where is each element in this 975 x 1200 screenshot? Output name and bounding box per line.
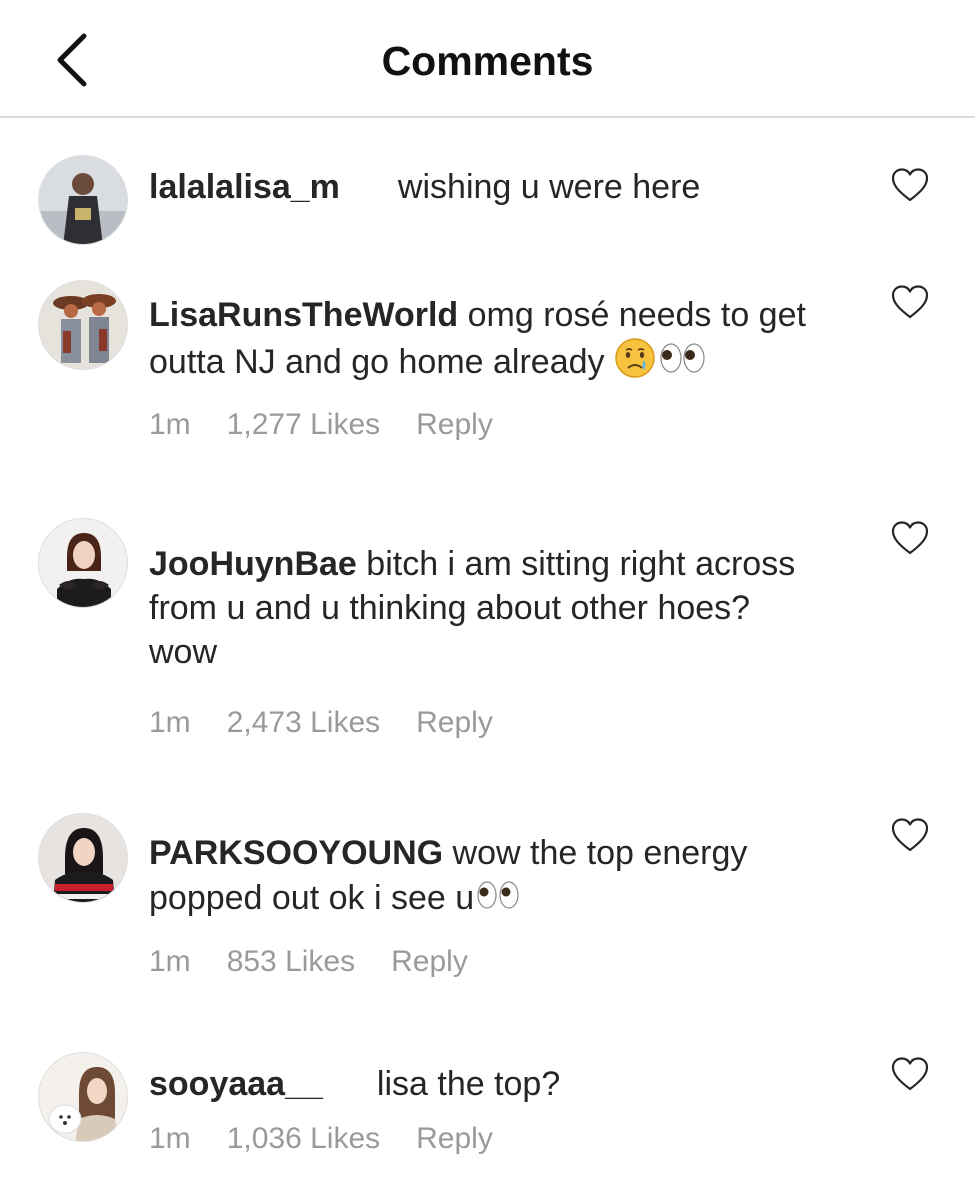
heart-icon bbox=[891, 818, 929, 852]
comment-username[interactable]: JooHuynBae bbox=[149, 545, 357, 583]
like-button[interactable] bbox=[890, 284, 930, 320]
comment-username[interactable]: lalalalisa_m bbox=[149, 168, 340, 206]
avatar[interactable] bbox=[38, 813, 128, 903]
comment-meta: 1m 2,473 Likes Reply bbox=[149, 706, 529, 740]
comment-time: 1m bbox=[149, 706, 191, 739]
comment-meta: 1m 853 Likes Reply bbox=[149, 945, 504, 979]
heart-icon bbox=[891, 285, 929, 319]
comment-text-line-3: wow bbox=[149, 633, 218, 671]
comment-text: wishing u were here bbox=[397, 168, 701, 206]
heart-icon bbox=[891, 521, 929, 555]
comment-time: 1m bbox=[149, 408, 191, 441]
comment-text: wow the top energy bbox=[452, 834, 748, 872]
reply-button[interactable]: Reply bbox=[416, 1122, 493, 1155]
like-button[interactable] bbox=[890, 167, 930, 203]
comment-text-line-2: outta NJ and go home already bbox=[149, 343, 605, 381]
eyes-emoji bbox=[656, 337, 708, 390]
avatar[interactable] bbox=[38, 1052, 128, 1142]
crying-face-emoji bbox=[614, 337, 656, 390]
like-button[interactable] bbox=[890, 817, 930, 853]
like-button[interactable] bbox=[890, 520, 930, 556]
comment-text-line-2: popped out ok i see u bbox=[149, 879, 475, 917]
comment-text: omg rosé needs to get bbox=[467, 296, 806, 334]
avatar[interactable] bbox=[38, 155, 128, 245]
avatar[interactable] bbox=[38, 280, 128, 370]
comment-likes[interactable]: 853 Likes bbox=[227, 945, 355, 978]
comment-text-line-2: from u and u thinking about other hoes? bbox=[149, 589, 751, 627]
comment-likes[interactable]: 1,036 Likes bbox=[227, 1122, 380, 1155]
avatar[interactable] bbox=[38, 518, 128, 608]
comment-likes[interactable]: 2,473 Likes bbox=[227, 706, 380, 739]
comment-text: lisa the top? bbox=[376, 1065, 561, 1103]
comment-username[interactable]: PARKSOOYOUNG bbox=[149, 834, 443, 872]
comment-time: 1m bbox=[149, 945, 191, 978]
comment-username[interactable]: LisaRunsTheWorld bbox=[149, 296, 458, 334]
comment-likes[interactable]: 1,277 Likes bbox=[227, 408, 380, 441]
reply-button[interactable]: Reply bbox=[416, 706, 493, 739]
header-bar: Comments bbox=[0, 0, 975, 118]
reply-button[interactable]: Reply bbox=[391, 945, 468, 978]
comment-username[interactable]: sooyaaa__ bbox=[149, 1065, 323, 1103]
comment-text: bitch i am sitting right across bbox=[366, 545, 796, 583]
comment-meta: 1m 1,277 Likes Reply bbox=[149, 408, 529, 442]
page-title: Comments bbox=[381, 38, 594, 84]
eyes-emoji bbox=[474, 875, 522, 926]
reply-button[interactable]: Reply bbox=[416, 408, 493, 441]
heart-icon bbox=[891, 1057, 929, 1091]
comment-meta: 1m 1,036 Likes Reply bbox=[149, 1122, 529, 1156]
like-button[interactable] bbox=[890, 1056, 930, 1092]
comment-time: 1m bbox=[149, 1122, 191, 1155]
heart-icon bbox=[891, 168, 929, 202]
